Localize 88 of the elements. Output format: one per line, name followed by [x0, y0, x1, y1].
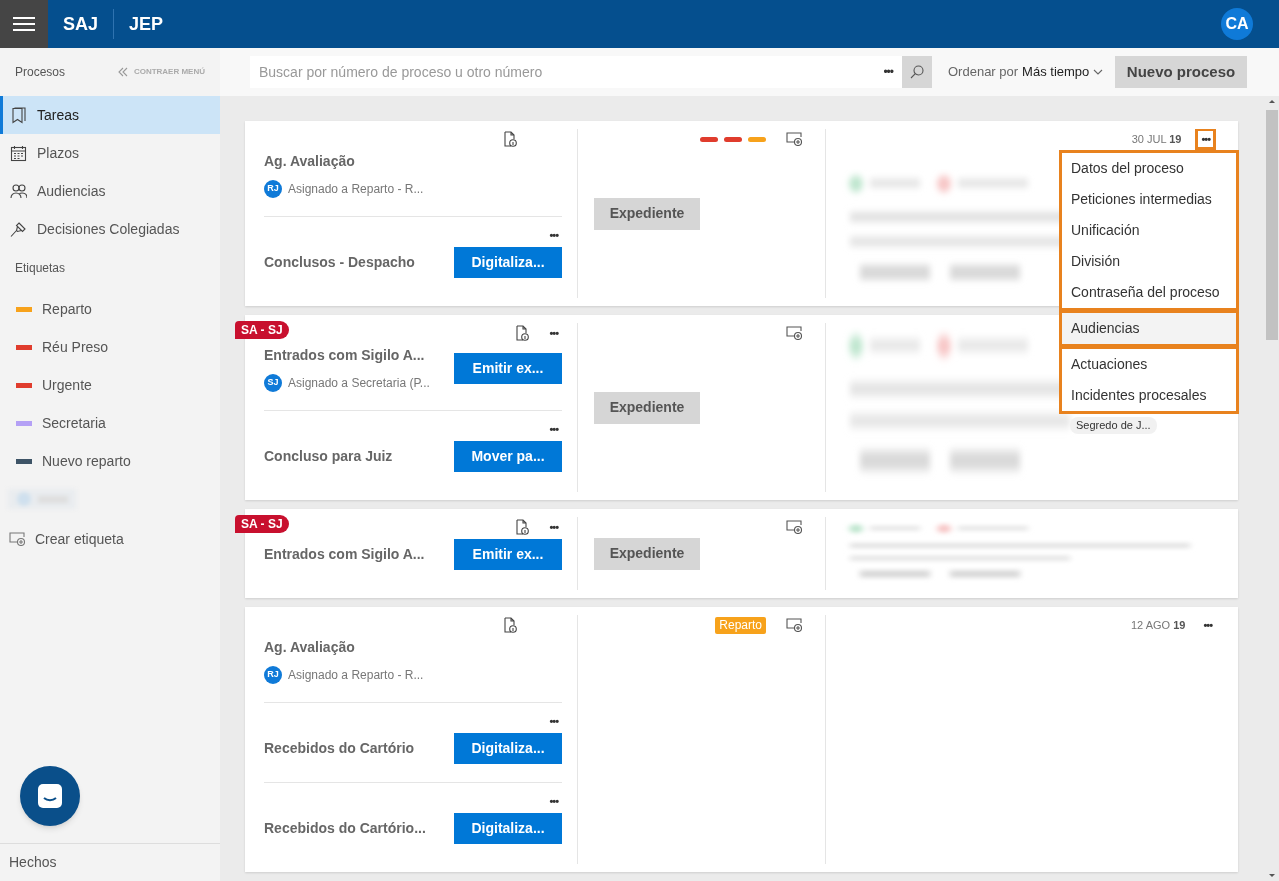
nav-item[interactable]: Decisiones Colegiadas	[0, 210, 220, 248]
section-title: Etiquetas	[14, 260, 67, 277]
nav-item[interactable]: Tareas	[0, 96, 220, 134]
add-tag-icon	[786, 132, 803, 146]
menu-icon	[13, 16, 35, 32]
tag-item[interactable]: Reparto	[0, 290, 220, 328]
assignee-text: Asignado a Reparto - R...	[288, 181, 424, 198]
sort-dropdown[interactable]: Ordenar por Más tiempo	[948, 62, 1104, 82]
search-field[interactable]: Buscar por número de proceso u otro número •••	[250, 56, 902, 88]
bookmark-icon	[10, 106, 27, 124]
date-text: 12 AGO 19	[1131, 617, 1186, 633]
menu-item[interactable]: Datos del proceso	[1062, 153, 1236, 184]
task-title: Recebidos do Cartório	[264, 739, 415, 758]
scrollbar-thumb[interactable]	[1266, 110, 1278, 340]
chevron-down-icon	[1093, 69, 1104, 75]
chip: Segredo de J...	[1070, 417, 1157, 434]
menu-button[interactable]	[0, 0, 48, 48]
chat-button[interactable]	[20, 766, 80, 826]
create-tag-button[interactable]: Crear etiqueta	[0, 518, 220, 560]
add-tag-icon	[9, 532, 26, 546]
more-options-button[interactable]: •••	[874, 63, 902, 81]
more-options-button[interactable]: •••	[1199, 617, 1216, 633]
search-button[interactable]	[902, 56, 932, 88]
tag-item[interactable]: Nuevo reparto	[0, 442, 220, 480]
task-title: Entrados com Sigilo A...	[264, 346, 426, 365]
menu-item[interactable]: Incidentes procesales	[1062, 380, 1236, 411]
task-title: Ag. Avaliação	[264, 638, 356, 657]
menu-item[interactable]: Peticiones intermedias	[1062, 184, 1236, 215]
task-title: Recebidos do Cartório...	[264, 819, 426, 838]
task-title: Ag. Avaliação	[264, 152, 356, 171]
document-info-icon	[516, 519, 530, 535]
nav-item[interactable]: Audiencias	[0, 172, 220, 210]
add-tag-icon	[786, 520, 803, 534]
menu-item[interactable]: Actuaciones	[1062, 349, 1236, 380]
sidebar-title: Procesos	[15, 64, 66, 81]
user-avatar[interactable]: CA	[1221, 8, 1253, 40]
assignee-text: Asignado a Reparto - R...	[288, 667, 424, 684]
tag-ribbon: SA - SJ	[235, 321, 289, 339]
new-process-button[interactable]: Nuevo proceso	[1115, 56, 1247, 88]
action-button[interactable]: Emitir ex...	[454, 539, 562, 570]
search-icon	[910, 65, 924, 79]
action-button[interactable]: Emitir ex...	[454, 353, 562, 384]
menu-item[interactable]: Unificación	[1062, 215, 1236, 246]
people-icon	[10, 182, 27, 200]
menu-item[interactable]: División	[1062, 246, 1236, 277]
more-options-button[interactable]: •••	[545, 421, 562, 437]
task-title: Conclusos - Despacho	[264, 253, 415, 272]
calendar-icon	[10, 144, 27, 162]
action-button[interactable]: Digitaliza...	[454, 247, 562, 278]
menu-item[interactable]: Audiencias	[1062, 313, 1236, 344]
assignee-avatar: RJ	[264, 180, 282, 198]
expediente-button[interactable]: Expediente	[594, 197, 700, 230]
more-options-button[interactable]: •••	[545, 227, 562, 243]
add-tag-icon	[786, 326, 803, 340]
sort-value: Más tiempo	[1022, 63, 1090, 82]
tag-item[interactable]: Secretaria	[0, 404, 220, 442]
sort-label: Ordenar por	[948, 63, 1019, 82]
expediente-button[interactable]: Expediente	[594, 537, 700, 570]
more-options-button[interactable]: •••	[545, 325, 562, 341]
document-info-icon	[516, 325, 530, 341]
more-options-button[interactable]: •••	[545, 713, 562, 729]
chat-icon	[37, 783, 63, 809]
footer-link[interactable]: Hechos	[0, 843, 220, 881]
action-button[interactable]: Digitaliza...	[454, 813, 562, 844]
double-chevron-left-icon	[117, 67, 128, 77]
brand-name: SAJ	[63, 12, 98, 36]
task-title: Concluso para Juiz	[264, 447, 393, 466]
task-title: Entrados com Sigilo A...	[264, 545, 425, 564]
action-button[interactable]: Mover pa...	[454, 441, 562, 472]
assignee-avatar: RJ	[264, 666, 282, 684]
tag-item[interactable]: Urgente	[0, 366, 220, 404]
more-options-button[interactable]: •••	[545, 519, 562, 535]
action-button[interactable]: Digitaliza...	[454, 733, 562, 764]
expediente-button[interactable]: Expediente	[594, 391, 700, 424]
more-options-button[interactable]: •••	[545, 793, 562, 809]
menu-item[interactable]: Contraseña del proceso	[1062, 277, 1236, 308]
tag-item[interactable]: Réu Preso	[0, 328, 220, 366]
product-name: JEP	[129, 12, 164, 36]
document-info-icon	[504, 131, 517, 147]
gavel-icon	[10, 220, 27, 238]
document-info-icon	[504, 617, 517, 633]
add-tag-icon	[786, 618, 803, 632]
tag-badge: Reparto	[715, 616, 766, 634]
assignee-avatar: SJ	[264, 374, 282, 392]
nav-item[interactable]: Plazos	[0, 134, 220, 172]
assignee-text: Asignado a Secretaria (P...	[288, 375, 430, 392]
tag-ribbon: SA - SJ	[235, 515, 289, 533]
date-text: 30 JUL 19	[1131, 131, 1182, 147]
